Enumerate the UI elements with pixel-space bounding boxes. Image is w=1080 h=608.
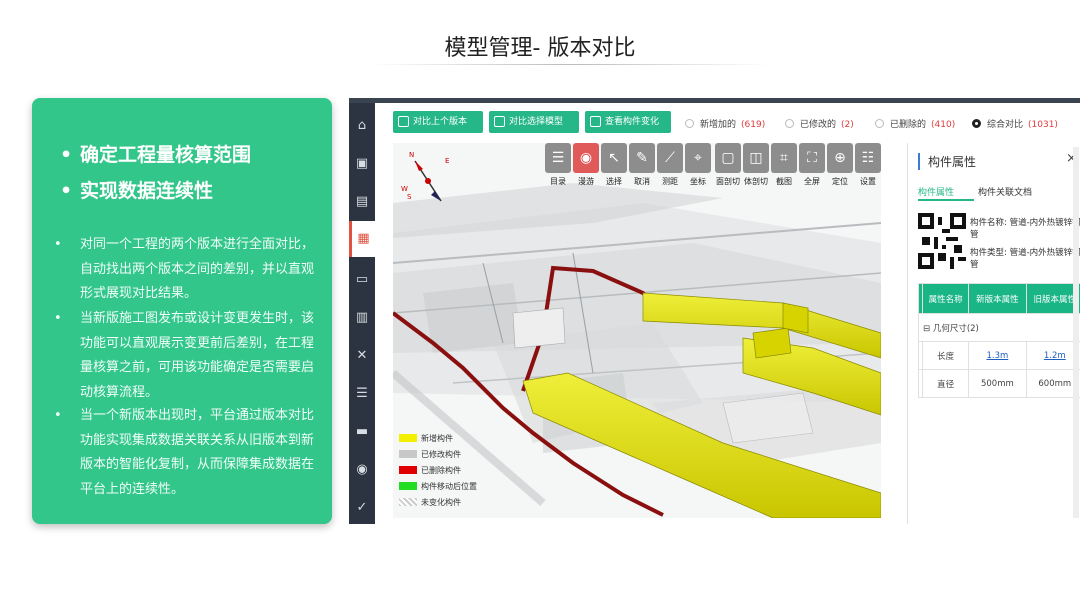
tool-section-plane[interactable]: ▢ 面剖切	[715, 143, 741, 193]
property-scrollbar[interactable]	[1073, 147, 1079, 518]
tool-section-box[interactable]: ◫ 体剖切	[743, 143, 769, 193]
legend-unchanged: 未变化构件	[399, 495, 477, 511]
tool-walkthrough[interactable]: ◉ 漫游	[573, 143, 599, 193]
property-panel-title: 构件属性	[918, 153, 976, 170]
col-attr-name: 属性名称	[921, 283, 970, 314]
col-old-version: 旧版本属性	[1025, 283, 1080, 314]
fullscreen-icon: ⛶	[799, 143, 825, 173]
crop-icon: ⌗	[771, 143, 797, 173]
filter-combined[interactable]: 综合对比 (1031)	[972, 117, 1058, 130]
table-row: 长度 1.3m 1.2m	[918, 341, 1080, 370]
monitor-icon[interactable]: ▣	[353, 155, 371, 173]
active-tab-indicator	[918, 199, 974, 201]
app-window: ⌂ ▣ ▤ ▦ ▭ ▥ ✕ ☰ ▬ ◉ ✓ 对比上个版本 对比选择模型 查看构件…	[349, 98, 1080, 524]
legend-modified: 已修改构件	[399, 447, 477, 463]
workspace: 对比上个版本 对比选择模型 查看构件变化 新增加的 (619) 已修改的 (2) 已…	[375, 103, 1080, 524]
settings-icon: ☷	[855, 143, 881, 173]
point-3: • 当一个新版本出现时，平台通过版本对比功能实现集成数据关联关系从旧版本到新版本的…	[54, 408, 315, 497]
table-row: 直径 500mm 600mm	[918, 369, 1080, 398]
tool-locate[interactable]: ⊕ 定位	[827, 143, 853, 193]
property-panel: 构件属性 × 构件属性 构件关联文档 构件名称: 管道-内外热镀锌钢管 构件类型…	[907, 143, 1080, 524]
group-geometry[interactable]: ⊟ 几何尺寸(2)	[918, 313, 1080, 342]
tab-related-documents[interactable]: 构件关联文档	[978, 185, 1032, 198]
section-box-icon: ◫	[743, 143, 769, 173]
sidebar: ⌂ ▣ ▤ ▦ ▭ ▥ ✕ ☰ ▬ ◉ ✓	[349, 103, 375, 524]
crosshair-icon: ⌖	[685, 143, 711, 173]
component-type: 构件类型: 管道-内外热镀锌钢管	[970, 248, 1080, 270]
view-component-changes-button[interactable]: 查看构件变化	[585, 111, 671, 133]
filter-added[interactable]: 新增加的 (619)	[685, 117, 765, 130]
document-icon	[590, 116, 601, 127]
feature-card: • 确定工程量核算范围 • 实现数据连续性 • 对同一个工程的两个版本进行全面对比，自…	[32, 98, 332, 524]
compass-west: W	[401, 185, 408, 193]
shield-check-icon[interactable]: ✓	[353, 499, 371, 517]
compass-east: E	[445, 157, 450, 165]
list-icon: ☰	[545, 143, 571, 173]
bar-chart-icon[interactable]: ▥	[353, 309, 371, 327]
compare-previous-button[interactable]: 对比上个版本	[393, 111, 483, 133]
legend-deleted: 已删除构件	[399, 463, 477, 479]
cursor-icon: ↖	[601, 143, 627, 173]
filter-deleted[interactable]: 已删除的 (410)	[875, 117, 955, 130]
headline-2: • 实现数据连续性	[60, 180, 214, 202]
screen-icon[interactable]: ▭	[353, 271, 371, 289]
calendar-icon[interactable]: ▦	[349, 221, 375, 257]
tab-properties[interactable]: 构件属性	[918, 185, 954, 198]
point-1: • 对同一个工程的两个版本进行全面对比，自动找出两个版本之间的差别，并以直观形式展…	[54, 237, 315, 301]
legend-moved: 构件移动后位置	[399, 479, 477, 495]
building-icon[interactable]: ▤	[353, 193, 371, 211]
filter-modified[interactable]: 已修改的 (2)	[785, 117, 854, 130]
ruler-icon: ⟋	[657, 143, 683, 173]
tool-coordinate[interactable]: ⌖ 坐标	[685, 143, 711, 193]
compass-south: S	[407, 193, 412, 201]
pin-icon: ◉	[573, 143, 599, 173]
compare-icon	[398, 116, 409, 127]
display-icon[interactable]: ▬	[353, 423, 371, 441]
brush-icon: ✎	[629, 143, 655, 173]
slide-title: 模型管理- 版本对比	[444, 36, 636, 61]
home-icon[interactable]: ⌂	[353, 117, 371, 135]
compare-selected-model-button[interactable]: 对比选择模型	[489, 111, 579, 133]
target-icon: ⊕	[827, 143, 853, 173]
tool-fullscreen[interactable]: ⛶ 全屏	[799, 143, 825, 193]
tools-icon[interactable]: ✕	[353, 347, 371, 365]
compare-icon	[494, 116, 505, 127]
property-table: 属性名称 新版本属性 旧版本属性 ⊟ 几何尺寸(2) 长度 1.3m 1.2m …	[918, 283, 1080, 398]
tool-screenshot[interactable]: ⌗ 截图	[771, 143, 797, 193]
qr-code	[918, 213, 966, 269]
location-icon[interactable]: ◉	[353, 461, 371, 479]
compass-north: N	[409, 151, 415, 159]
section-plane-icon: ▢	[715, 143, 741, 173]
tool-directory[interactable]: ☰ 目录	[545, 143, 571, 193]
tool-measure[interactable]: ⟋ 测距	[657, 143, 683, 193]
point-2: • 当新版施工图发布或设计变更发生时，该功能可以直观展示变更前后差别，在工程量核算…	[54, 311, 315, 400]
tool-settings[interactable]: ☷ 设置	[855, 143, 881, 193]
col-new-version: 新版本属性	[968, 283, 1027, 314]
component-name: 构件名称: 管道-内外热镀锌钢管	[970, 218, 1080, 240]
model-viewport[interactable]: N E W S ☰ 目录 ◉ 漫游 ↖ 选择 ✎ 取消 ⟋ 测距 ⌖ 坐标 ▢ 面剖切 ◫ 体剖…	[393, 143, 881, 518]
legend-added: 新增构件	[399, 431, 477, 447]
tool-cancel[interactable]: ✎ 取消	[629, 143, 655, 193]
title-divider	[370, 64, 770, 65]
legend: 新增构件 已修改构件 已删除构件 构件移动后位置 未变化构件	[399, 431, 477, 511]
list-icon[interactable]: ☰	[353, 385, 371, 403]
compass	[414, 160, 442, 202]
headline-1: • 确定工程量核算范围	[60, 144, 252, 166]
tool-select[interactable]: ↖ 选择	[601, 143, 627, 193]
